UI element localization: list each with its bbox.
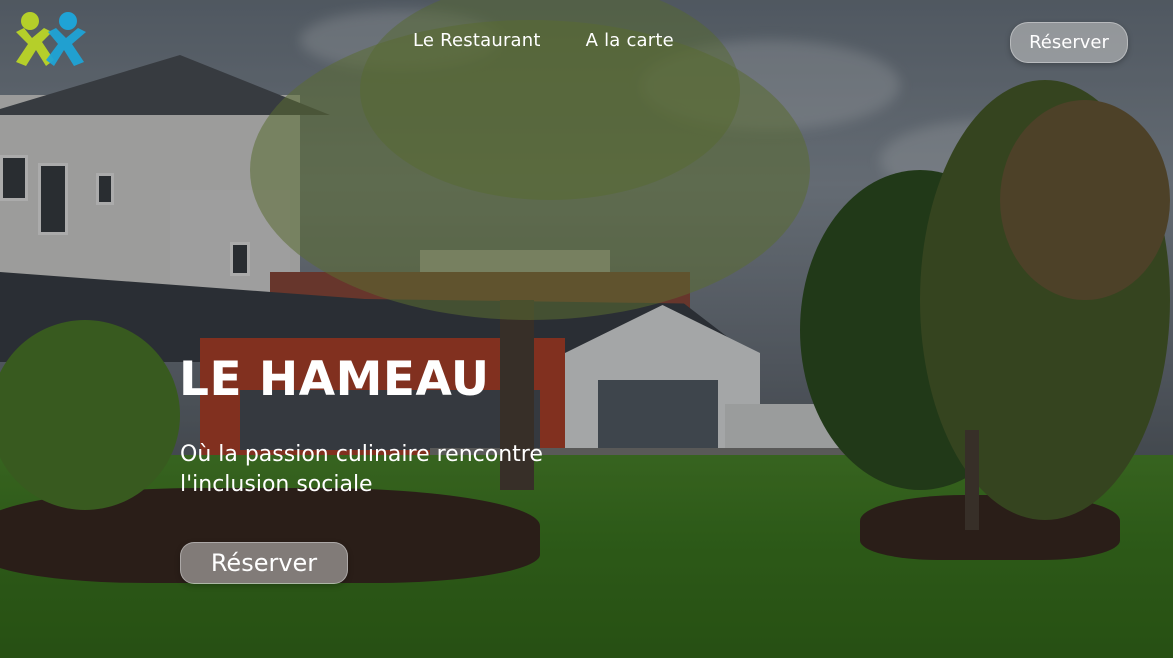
hero-background-image	[0, 0, 1173, 658]
hero-subtitle-line1: Où la passion culinaire rencontre	[180, 442, 543, 467]
nav-link-le-restaurant[interactable]: Le Restaurant	[413, 30, 541, 51]
hero-reserve-button[interactable]: Réserver	[180, 542, 348, 584]
hero-title: LE HAMEAU	[179, 352, 490, 407]
hero-subtitle: Où la passion culinaire rencontre l'incl…	[180, 440, 610, 500]
header-reserve-button[interactable]: Réserver	[1010, 22, 1128, 63]
nav-link-a-la-carte[interactable]: A la carte	[586, 30, 674, 51]
brand-logo[interactable]	[14, 10, 88, 68]
people-logo-icon	[16, 12, 86, 66]
hero-subtitle-line2: l'inclusion sociale	[180, 472, 373, 497]
main-nav: Le Restaurant A la carte	[413, 30, 674, 51]
